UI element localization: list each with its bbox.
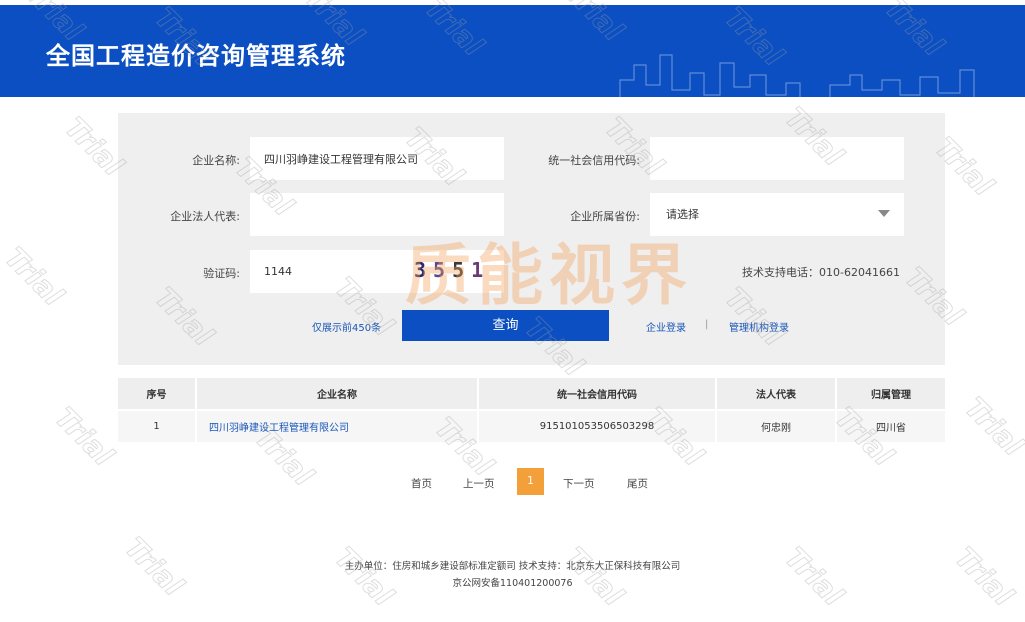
query-button[interactable]: 查询 — [402, 310, 609, 341]
col-header-credit-code: 统一社会信用代码 — [477, 378, 716, 410]
captcha-label: 验证码: — [203, 267, 240, 280]
legal-rep-input[interactable] — [250, 193, 504, 236]
chevron-down-icon — [878, 210, 890, 217]
captcha-char: 3 — [414, 258, 434, 282]
col-header-company: 企业名称 — [195, 378, 478, 410]
pager-last[interactable]: 尾页 — [627, 476, 648, 491]
trial-watermark: Trial — [0, 240, 70, 313]
app-header: 全国工程造价咨询管理系统 — [0, 5, 1025, 97]
footer-record: 京公网安备110401200076 — [452, 578, 573, 589]
table-header-row: 序号 企业名称 统一社会信用代码 法人代表 归属管理 — [118, 378, 945, 410]
captcha-char: 5 — [452, 258, 472, 282]
pager-current-page[interactable]: 1 — [517, 468, 544, 495]
app-title: 全国工程造价咨询管理系统 — [46, 42, 346, 70]
results-table: 序号 企业名称 统一社会信用代码 法人代表 归属管理 1 四川羽峥建设工程管理有… — [118, 378, 945, 442]
cell-credit-code: 915101053506503298 — [477, 409, 716, 442]
province-selected-value: 请选择 — [666, 208, 699, 221]
link-separator: | — [705, 319, 709, 330]
col-header-legal-rep: 法人代表 — [715, 378, 836, 410]
admin-login-link[interactable]: 管理机构登录 — [729, 319, 789, 334]
col-header-index: 序号 — [118, 378, 196, 410]
captcha-char: 5 — [433, 258, 453, 282]
footer-organizer: 主办单位：住房和城乡建设部标准定额司 技术支持：北京东大正保科技有限公司 — [344, 561, 681, 572]
province-label: 企业所属省份: — [570, 210, 640, 223]
pager-next[interactable]: 下一页 — [563, 476, 595, 491]
province-select[interactable]: 请选择 — [650, 193, 904, 236]
table-row: 1 四川羽峥建设工程管理有限公司 915101053506503298 何忠刚 … — [118, 409, 945, 442]
skyline-graphic — [619, 54, 975, 97]
cell-index: 1 — [118, 409, 196, 442]
pager-prev[interactable]: 上一页 — [463, 476, 495, 491]
pager-first[interactable]: 首页 — [411, 476, 432, 491]
cell-region: 四川省 — [835, 409, 945, 442]
company-name-label: 企业名称: — [192, 154, 240, 167]
trial-watermark: Trial — [48, 400, 120, 473]
company-name-input[interactable] — [250, 137, 504, 180]
legal-rep-label: 企业法人代表: — [170, 210, 240, 223]
company-login-link[interactable]: 企业登录 — [646, 319, 686, 334]
credit-code-label: 统一社会信用代码: — [548, 154, 640, 167]
limit-note: 仅展示前450条 — [312, 323, 382, 334]
cell-company-link[interactable]: 四川羽峥建设工程管理有限公司 — [195, 409, 478, 442]
credit-code-input[interactable] — [650, 137, 904, 180]
captcha-image[interactable]: 3551 — [414, 258, 490, 282]
captcha-char: 1 — [471, 258, 491, 282]
trial-watermark: Trial — [958, 390, 1025, 463]
support-phone: 技术支持电话：010-62041661 — [742, 266, 900, 279]
col-header-region: 归属管理 — [835, 378, 945, 410]
cell-legal-rep: 何忠刚 — [715, 409, 836, 442]
